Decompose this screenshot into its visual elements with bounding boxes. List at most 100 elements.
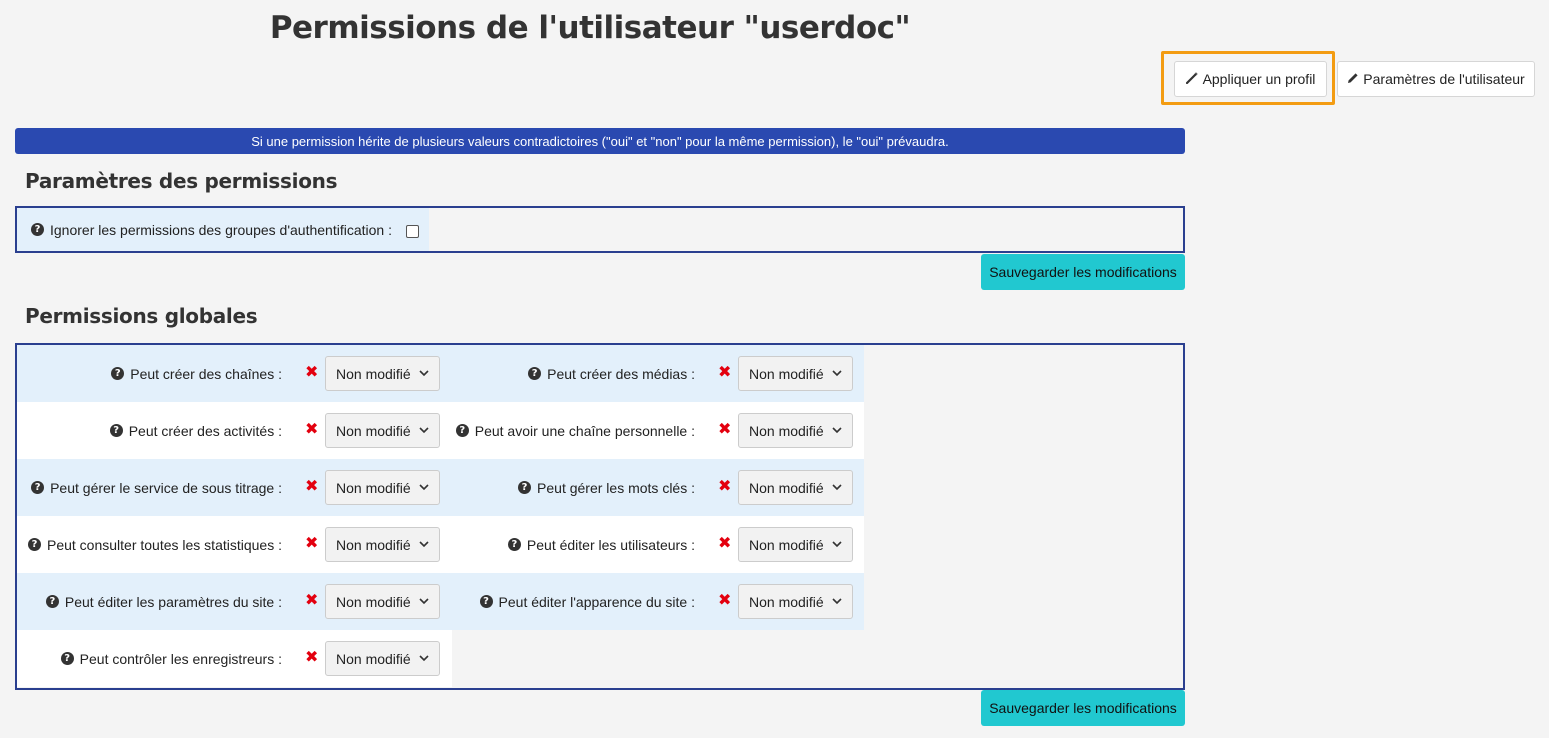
permission-label: Peut gérer les mots clés :	[537, 479, 695, 496]
permission-item: ? Peut éditer les utilisateurs : ✖ Non mo…	[430, 516, 853, 573]
select-value: Non modifié	[336, 479, 411, 496]
x-mark-icon: ✖	[305, 647, 319, 666]
ignore-auth-groups-row: ? Ignorer les permissions des groupes d'…	[17, 208, 429, 251]
permission-item: ? Peut éditer les paramètres du site : ✖ …	[17, 573, 440, 630]
x-mark-icon: ✖	[718, 476, 732, 495]
question-circle-icon[interactable]: ?	[109, 424, 123, 437]
select-value: Non modifié	[336, 365, 411, 382]
permission-item: ? Peut contrôler les enregistreurs : ✖ No…	[17, 630, 440, 687]
permission-label-wrap: ? Peut consulter toutes les statistiques …	[27, 516, 282, 573]
permission-label-wrap: ? Peut créer des chaînes :	[111, 345, 282, 402]
permission-label-wrap: ? Peut créer des médias :	[528, 345, 695, 402]
permission-label: Peut gérer le service de sous titrage :	[50, 479, 282, 496]
select-value: Non modifié	[749, 479, 824, 496]
select-value: Non modifié	[749, 593, 824, 610]
permission-select[interactable]: Non modifié	[325, 527, 440, 562]
question-circle-icon[interactable]: ?	[31, 223, 44, 236]
pencil-icon	[1347, 71, 1359, 87]
permission-select[interactable]: Non modifié	[738, 584, 853, 619]
chevron-down-icon	[832, 427, 842, 434]
permission-select[interactable]: Non modifié	[738, 470, 853, 505]
permission-select[interactable]: Non modifié	[325, 356, 440, 391]
permission-label-wrap: ? Peut créer des activités :	[109, 402, 282, 459]
permission-label-wrap: ? Peut contrôler les enregistreurs :	[60, 630, 282, 687]
global-permissions-title: Permissions globales	[25, 304, 258, 328]
chevron-down-icon	[419, 484, 429, 491]
chevron-down-icon	[832, 541, 842, 548]
question-circle-icon[interactable]: ?	[528, 367, 542, 380]
settings-panel: ? Ignorer les permissions des groupes d'…	[15, 206, 1185, 253]
global-permissions-panel: ? Peut créer des chaînes : ✖ Non modifié …	[15, 343, 1185, 690]
ignore-auth-groups-checkbox[interactable]	[406, 225, 419, 238]
question-circle-icon[interactable]: ?	[111, 367, 125, 380]
question-circle-icon[interactable]: ?	[479, 595, 493, 608]
select-value: Non modifié	[749, 536, 824, 553]
question-circle-icon[interactable]: ?	[60, 652, 74, 665]
info-banner-text: Si une permission hérite de plusieurs va…	[251, 133, 949, 149]
ignore-auth-groups-label: Ignorer les permissions des groupes d'au…	[50, 221, 392, 238]
x-mark-icon: ✖	[305, 533, 319, 552]
permission-item: ? Peut créer des chaînes : ✖ Non modifié	[17, 345, 440, 402]
save-global-permissions-button[interactable]: Sauvegarder les modifications	[981, 690, 1185, 726]
permission-row: ? Peut créer des chaînes : ✖ Non modifié …	[17, 345, 864, 402]
question-circle-icon[interactable]: ?	[31, 481, 45, 494]
chevron-down-icon	[419, 541, 429, 548]
select-value: Non modifié	[749, 365, 824, 382]
permission-label: Peut consulter toutes les statistiques :	[46, 536, 282, 553]
user-params-label: Paramètres de l'utilisateur	[1363, 71, 1525, 87]
x-mark-icon: ✖	[718, 533, 732, 552]
x-mark-icon: ✖	[718, 362, 732, 381]
x-mark-icon: ✖	[718, 419, 732, 438]
permission-select[interactable]: Non modifié	[325, 413, 440, 448]
user-params-button[interactable]: Paramètres de l'utilisateur	[1337, 61, 1535, 97]
question-circle-icon[interactable]: ?	[27, 538, 41, 551]
permission-item: ? Peut gérer les mots clés : ✖ Non modifi…	[430, 459, 853, 516]
permission-row: ? Peut consulter toutes les statistiques …	[17, 516, 864, 573]
permission-select[interactable]: Non modifié	[738, 527, 853, 562]
settings-section-title: Paramètres des permissions	[25, 169, 338, 193]
chevron-down-icon	[419, 370, 429, 377]
permission-row: ? Peut éditer les paramètres du site : ✖ …	[17, 573, 864, 630]
select-value: Non modifié	[336, 593, 411, 610]
apply-profile-label: Appliquer un profil	[1202, 71, 1316, 87]
permission-row: ? Peut contrôler les enregistreurs : ✖ No…	[17, 630, 452, 687]
question-circle-icon[interactable]: ?	[455, 424, 469, 437]
permission-select[interactable]: Non modifié	[325, 641, 440, 676]
permission-item: ? Peut gérer le service de sous titrage :…	[17, 459, 440, 516]
permission-row: ? Peut créer des activités : ✖ Non modifi…	[17, 402, 864, 459]
permission-label: Peut éditer les paramètres du site :	[64, 593, 282, 610]
permission-label-wrap: ? Peut gérer les mots clés :	[518, 459, 695, 516]
chevron-down-icon	[832, 598, 842, 605]
permission-label-wrap: ? Peut éditer les paramètres du site :	[45, 573, 282, 630]
permission-item: ? Peut éditer l'apparence du site : ✖ Non…	[430, 573, 853, 630]
chevron-down-icon	[419, 655, 429, 662]
permission-label: Peut avoir une chaîne personnelle :	[474, 422, 695, 439]
save-settings-button[interactable]: Sauvegarder les modifications	[981, 254, 1185, 290]
permission-label: Peut éditer les utilisateurs :	[526, 536, 695, 553]
chevron-down-icon	[419, 598, 429, 605]
permission-label: Peut éditer l'apparence du site :	[498, 593, 695, 610]
permission-row: ? Peut gérer le service de sous titrage :…	[17, 459, 864, 516]
apply-profile-button[interactable]: Appliquer un profil	[1174, 61, 1327, 97]
x-mark-icon: ✖	[305, 590, 319, 609]
select-value: Non modifié	[336, 536, 411, 553]
permission-item: ? Peut créer des médias : ✖ Non modifié	[430, 345, 853, 402]
permission-item: ? Peut créer des activités : ✖ Non modifi…	[17, 402, 440, 459]
permission-label: Peut créer des médias :	[547, 365, 695, 382]
question-circle-icon[interactable]: ?	[518, 481, 532, 494]
chevron-down-icon	[419, 427, 429, 434]
permission-select[interactable]: Non modifié	[738, 356, 853, 391]
permission-select[interactable]: Non modifié	[325, 470, 440, 505]
question-circle-icon[interactable]: ?	[45, 595, 59, 608]
x-mark-icon: ✖	[718, 590, 732, 609]
x-mark-icon: ✖	[305, 419, 319, 438]
question-circle-icon[interactable]: ?	[507, 538, 521, 551]
permission-label-wrap: ? Peut gérer le service de sous titrage :	[31, 459, 282, 516]
permission-select[interactable]: Non modifié	[325, 584, 440, 619]
info-banner: Si une permission hérite de plusieurs va…	[15, 128, 1185, 154]
select-value: Non modifié	[336, 650, 411, 667]
permission-label: Peut créer des activités :	[128, 422, 282, 439]
permission-select[interactable]: Non modifié	[738, 413, 853, 448]
x-mark-icon: ✖	[305, 476, 319, 495]
permission-label: Peut créer des chaînes :	[130, 365, 282, 382]
